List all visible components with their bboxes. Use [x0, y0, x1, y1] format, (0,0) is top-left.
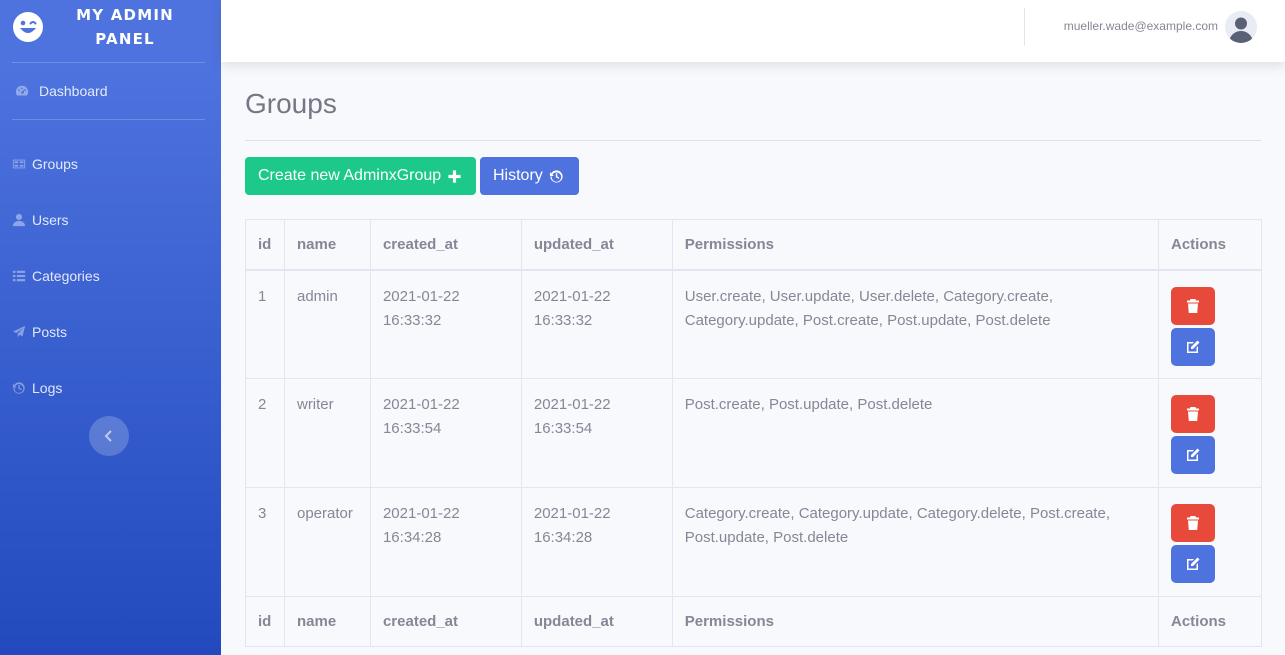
history-label: History [493, 167, 543, 184]
edit-button[interactable] [1171, 436, 1215, 474]
table-row: 1 admin 2021-01-22 16:33:32 2021-01-22 16:… [245, 269, 1262, 379]
column-header-actions: Actions [1158, 219, 1262, 271]
laugh-wink-icon [13, 12, 43, 42]
brand-text: MY ADMIN PANEL [76, 6, 174, 48]
sidebar-item-label: Users [32, 212, 69, 228]
cell-id: 3 [245, 487, 285, 597]
topbar-divider [1024, 8, 1025, 46]
cell-actions [1158, 487, 1262, 597]
cell-created-at: 2021-01-22 16:34:28 [369, 487, 522, 597]
column-header-id[interactable]: id [245, 219, 285, 271]
trash-icon [1187, 298, 1199, 313]
user-icon [12, 213, 26, 227]
created-time: 16:33:54 [382, 420, 442, 437]
cell-id: 1 [245, 269, 285, 379]
updated-date: 2021-01-22 [533, 287, 611, 305]
sidebar-divider [12, 62, 205, 63]
sidebar-divider [12, 119, 205, 120]
created-date: 2021-01-22 [382, 287, 460, 305]
title-divider [245, 140, 1261, 141]
topbar: mueller.wade@example.com [221, 0, 1285, 62]
delete-button[interactable] [1171, 286, 1215, 325]
created-time: 16:33:32 [382, 311, 442, 329]
cell-name: admin [283, 269, 371, 379]
updated-time: 16:33:32 [533, 311, 593, 329]
history-icon [549, 169, 563, 183]
sidebar: MY ADMIN PANEL Dashboard Groups Users Ca… [0, 0, 221, 655]
cell-updated-at: 2021-01-22 16:33:32 [520, 269, 673, 379]
footer-header-id: id [245, 596, 285, 647]
chevron-left-icon [104, 430, 112, 442]
edit-icon [1187, 448, 1200, 461]
footer-header-permissions: Permissions [671, 596, 1160, 647]
updated-time: 16:33:54 [533, 420, 593, 437]
sidebar-item-label: Dashboard [39, 83, 108, 99]
cell-name: operator [283, 487, 371, 597]
cell-updated-at: 2021-01-22 16:33:54 [520, 378, 673, 488]
updated-date: 2021-01-22 [533, 505, 611, 522]
sidebar-item-dashboard[interactable]: Dashboard [15, 83, 108, 99]
column-header-created-at[interactable]: created_at [369, 219, 522, 271]
user-email[interactable]: mueller.wade@example.com [1064, 19, 1218, 33]
sidebar-item-label: Logs [32, 380, 63, 396]
cell-updated-at: 2021-01-22 16:34:28 [520, 487, 673, 597]
list-icon [12, 270, 26, 282]
user-avatar-icon [1225, 11, 1257, 43]
sidebar-item-label: Categories [32, 268, 100, 284]
footer-header-created-at: created_at [369, 596, 522, 647]
table-header-row: id name created_at updated_at Permission… [245, 219, 1262, 271]
brand-link[interactable]: MY ADMIN PANEL [0, 0, 221, 62]
delete-button[interactable] [1171, 504, 1215, 542]
cell-permissions: Category.create, Category.update, Catego… [671, 487, 1160, 597]
avatar[interactable] [1225, 11, 1257, 43]
cell-created-at: 2021-01-22 16:33:54 [369, 378, 522, 488]
edit-icon [1187, 557, 1200, 570]
cell-actions [1158, 269, 1262, 379]
column-header-updated-at[interactable]: updated_at [520, 219, 673, 271]
updated-time: 16:34:28 [533, 529, 593, 546]
history-button[interactable]: History [480, 157, 579, 195]
trash-icon [1187, 407, 1199, 421]
sidebar-item-groups[interactable]: Groups [12, 156, 78, 172]
table-row: 3 operator 2021-01-22 16:34:28 2021-01-22… [245, 487, 1262, 597]
history-icon [12, 382, 25, 394]
table-footer-row: id name created_at updated_at Permission… [245, 596, 1262, 647]
page-title: Groups [245, 88, 337, 119]
sidebar-item-categories[interactable]: Categories [12, 268, 100, 284]
table-row: 2 writer 2021-01-22 16:33:54 2021-01-22 16… [245, 378, 1262, 488]
created-date: 2021-01-22 [382, 396, 460, 413]
sidebar-item-logs[interactable]: Logs [12, 380, 62, 396]
created-time: 16:34:28 [382, 529, 442, 546]
paper-plane-icon [12, 325, 26, 338]
sidebar-item-posts[interactable]: Posts [12, 324, 67, 340]
edit-icon [1187, 340, 1200, 353]
create-group-label: Create new AdminxGroup [258, 167, 442, 184]
edit-button[interactable] [1171, 545, 1215, 583]
footer-header-actions: Actions [1158, 596, 1262, 647]
cell-actions [1158, 378, 1262, 488]
delete-button[interactable] [1171, 395, 1215, 433]
tachometer-icon [15, 85, 29, 96]
footer-header-name: name [283, 596, 371, 647]
sidebar-item-users[interactable]: Users [12, 212, 69, 228]
updated-date: 2021-01-22 [533, 396, 611, 413]
cell-name: writer [283, 378, 371, 488]
plus-icon [448, 169, 461, 183]
trash-icon [1187, 516, 1199, 530]
sidebar-toggle-button[interactable] [89, 416, 129, 456]
column-header-permissions: Permissions [671, 219, 1160, 271]
cell-permissions: Post.create, Post.update, Post.delete [671, 378, 1160, 488]
column-header-name[interactable]: name [283, 219, 371, 271]
sidebar-item-label: Posts [32, 324, 68, 340]
create-group-button[interactable]: Create new AdminxGroup [245, 157, 476, 195]
cell-created-at: 2021-01-22 16:33:32 [369, 269, 522, 379]
sidebar-item-label: Groups [32, 156, 78, 172]
cell-permissions: User.create, User.update, User.delete, C… [671, 269, 1160, 379]
group-icon [12, 159, 26, 169]
created-date: 2021-01-22 [382, 505, 460, 522]
cell-id: 2 [245, 378, 285, 488]
edit-button[interactable] [1171, 327, 1215, 366]
footer-header-updated-at: updated_at [520, 596, 673, 647]
groups-table: id name created_at updated_at Permission… [245, 219, 1262, 647]
